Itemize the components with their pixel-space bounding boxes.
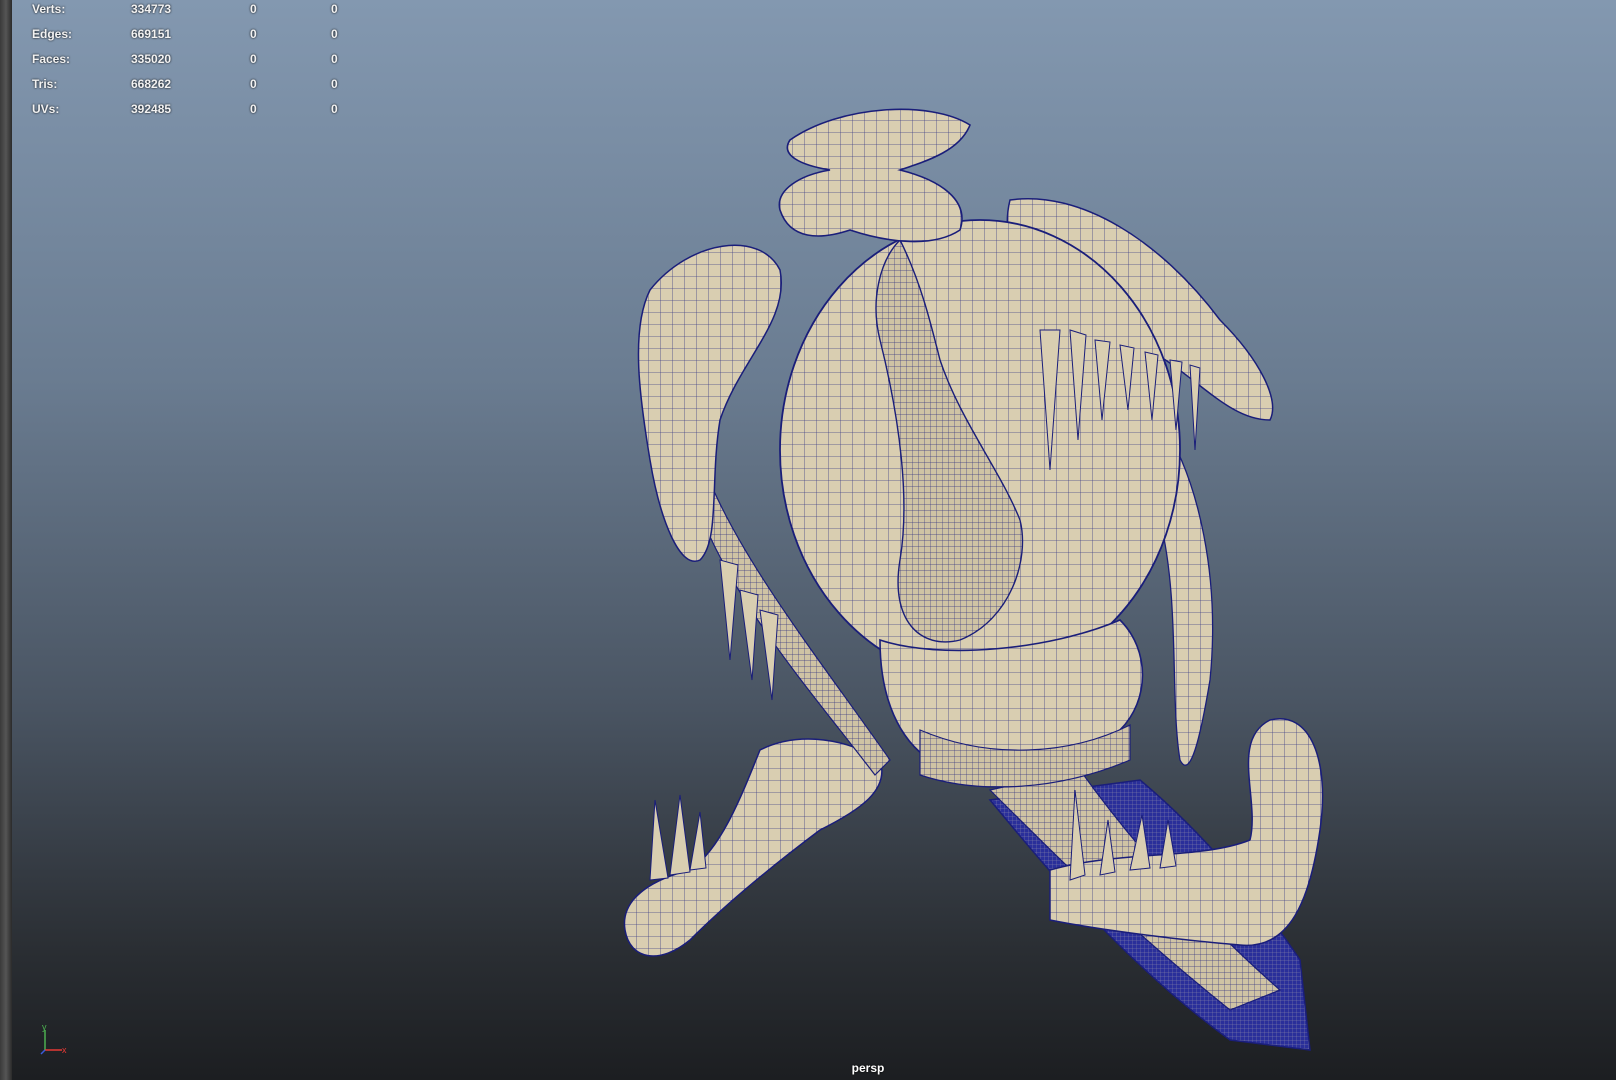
axis-gizmo: y x [40,1022,67,1055]
perspective-viewport[interactable]: Verts: 334773 0 0 Edges: 669151 0 0 Face… [0,0,1616,1080]
z-axis-line [40,1049,46,1055]
creature-skull-mesh[interactable] [0,0,1616,1080]
y-axis-label: y [42,1022,47,1032]
camera-name-label: persp [851,1061,885,1075]
x-axis-label: x [62,1045,67,1055]
brow-crest [778,108,971,243]
upper-arm-left [637,244,783,563]
